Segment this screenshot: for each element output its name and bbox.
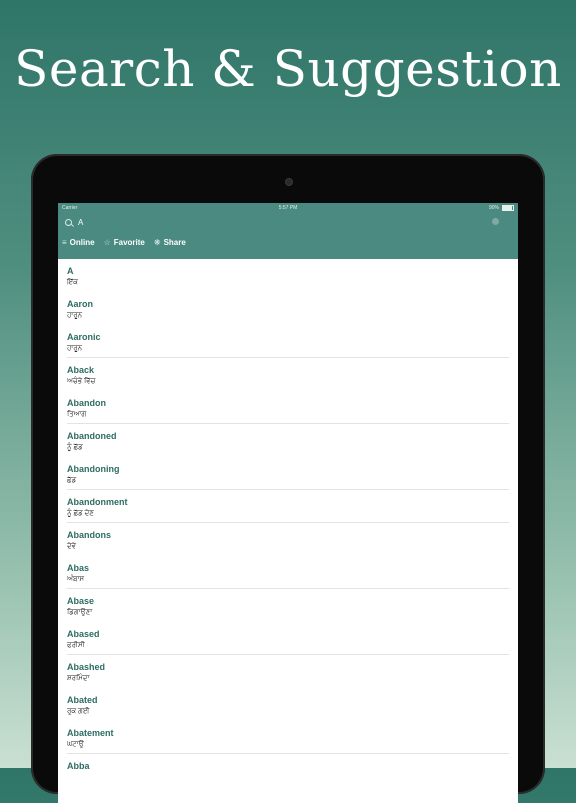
- results-list: A ਇੱਕ Aaron ਹਾਰੂਨ Aaronic ਹਾਰੂਨ Aback ਅਚੰਭੇ …: [58, 259, 518, 787]
- meaning-label: ਡਿਗਾਉਣਾ: [67, 609, 93, 616]
- camera-dot: [285, 178, 293, 186]
- favorite-button[interactable]: ☆ Favorite: [104, 238, 145, 247]
- word-label: Abated: [67, 695, 98, 705]
- meaning-label: ਹਾਰੂਨ: [67, 345, 83, 352]
- list-icon: ≡: [62, 237, 67, 247]
- meaning-label: ਫਰੀਸੀ: [67, 642, 85, 649]
- list-item[interactable]: Abated ਰੁਕ ਗਈ: [58, 688, 518, 721]
- list-item[interactable]: Abandon ਤਿਆਗ: [58, 391, 518, 424]
- list-item[interactable]: Abas ਅੰਬਾਸ: [58, 556, 518, 589]
- share-icon: ❋: [153, 237, 161, 247]
- list-item[interactable]: Aback ਅਚੰਭੇ ਵਿੱਚ: [58, 358, 518, 391]
- toolbar: ≡ Online ☆ Favorite ❋ Share: [58, 231, 518, 253]
- list-item[interactable]: Abandonment ਨੂੰ ਛੱਡ ਦੇਣ: [58, 490, 518, 523]
- meaning-label: ਘਟਾਉ: [67, 741, 84, 748]
- meaning-label: ਇੱਕ: [67, 279, 78, 286]
- list-item[interactable]: Aaron ਹਾਰੂਨ: [58, 292, 518, 325]
- status-time: 5:57 PM: [278, 205, 298, 211]
- word-label: Abandoning: [67, 464, 120, 474]
- word-label: A: [67, 266, 74, 276]
- word-label: Abase: [67, 596, 95, 606]
- battery-status: 90%: [489, 205, 514, 211]
- search-icon: [65, 218, 72, 226]
- meaning-label: ਅੰਬਾਸ: [67, 576, 85, 583]
- word-label: Abased: [67, 629, 100, 639]
- list-item[interactable]: Abase ਡਿਗਾਉਣਾ: [58, 589, 518, 622]
- search-bar[interactable]: [58, 213, 518, 231]
- word-label: Aback: [67, 365, 95, 375]
- list-item[interactable]: Abased ਫਰੀਸੀ: [58, 622, 518, 655]
- list-item[interactable]: Abashed ਸ਼ਰਮਿੰਦਾ: [58, 655, 518, 688]
- list-item[interactable]: Aaronic ਹਾਰੂਨ: [58, 325, 518, 358]
- word-label: Abashed: [67, 662, 106, 672]
- status-bar: Carrier 5:57 PM 90%: [58, 203, 518, 213]
- word-label: Abatement: [67, 728, 114, 738]
- meaning-label: ਨੂੰ ਛੱਡ: [67, 444, 83, 451]
- search-input[interactable]: [78, 217, 458, 227]
- word-label: Abas: [67, 563, 90, 573]
- meaning-label: ਤਿਆਗ: [67, 411, 87, 418]
- battery-percent: 90%: [488, 205, 499, 211]
- online-button[interactable]: ≡ Online: [62, 238, 95, 247]
- word-label: Abandoned: [67, 431, 117, 441]
- list-item[interactable]: Abandons ਦੇਵੇ: [58, 523, 518, 556]
- meaning-label: ਰੁਕ ਗਈ: [67, 708, 90, 715]
- clear-search-icon[interactable]: [492, 218, 499, 225]
- share-button[interactable]: ❋ Share: [154, 238, 186, 247]
- word-label: Aaronic: [67, 332, 101, 342]
- meaning-label: ਅਚੰਭੇ ਵਿੱਚ: [67, 378, 96, 385]
- meaning-label: ਦੇਵੇ: [67, 543, 77, 550]
- headline: Search & Suggestion: [14, 40, 562, 98]
- meaning-label: ਛੱਡ: [67, 477, 77, 484]
- share-label: Share: [163, 237, 186, 247]
- word-label: Abandon: [67, 398, 106, 408]
- list-item[interactable]: A ਇੱਕ: [58, 259, 518, 292]
- word-label: Abba: [67, 761, 90, 771]
- meaning-label: ਹਾਰੂਨ: [67, 312, 83, 319]
- word-label: Aaron: [67, 299, 94, 309]
- meaning-label: ਸ਼ਰਮਿੰਦਾ: [67, 675, 90, 682]
- list-item[interactable]: Abba: [58, 754, 518, 787]
- word-label: Abandonment: [67, 497, 128, 507]
- app-header: Carrier 5:57 PM 90% ≡ Online ☆: [58, 203, 518, 259]
- word-label: Abandons: [67, 530, 111, 540]
- meaning-label: [67, 771, 518, 774]
- star-icon: ☆: [103, 237, 111, 247]
- online-label: Online: [69, 237, 95, 247]
- list-item[interactable]: Abandoned ਨੂੰ ਛੱਡ: [58, 424, 518, 457]
- battery-icon: [502, 205, 514, 211]
- list-item[interactable]: Abatement ਘਟਾਉ: [58, 721, 518, 754]
- favorite-label: Favorite: [113, 237, 145, 247]
- app-screen: Carrier 5:57 PM 90% ≡ Online ☆: [58, 203, 518, 803]
- meaning-label: ਨੂੰ ਛੱਡ ਦੇਣ: [67, 510, 94, 517]
- tablet-frame: Carrier 5:57 PM 90% ≡ Online ☆: [31, 154, 545, 803]
- list-item[interactable]: Abandoning ਛੱਡ: [58, 457, 518, 490]
